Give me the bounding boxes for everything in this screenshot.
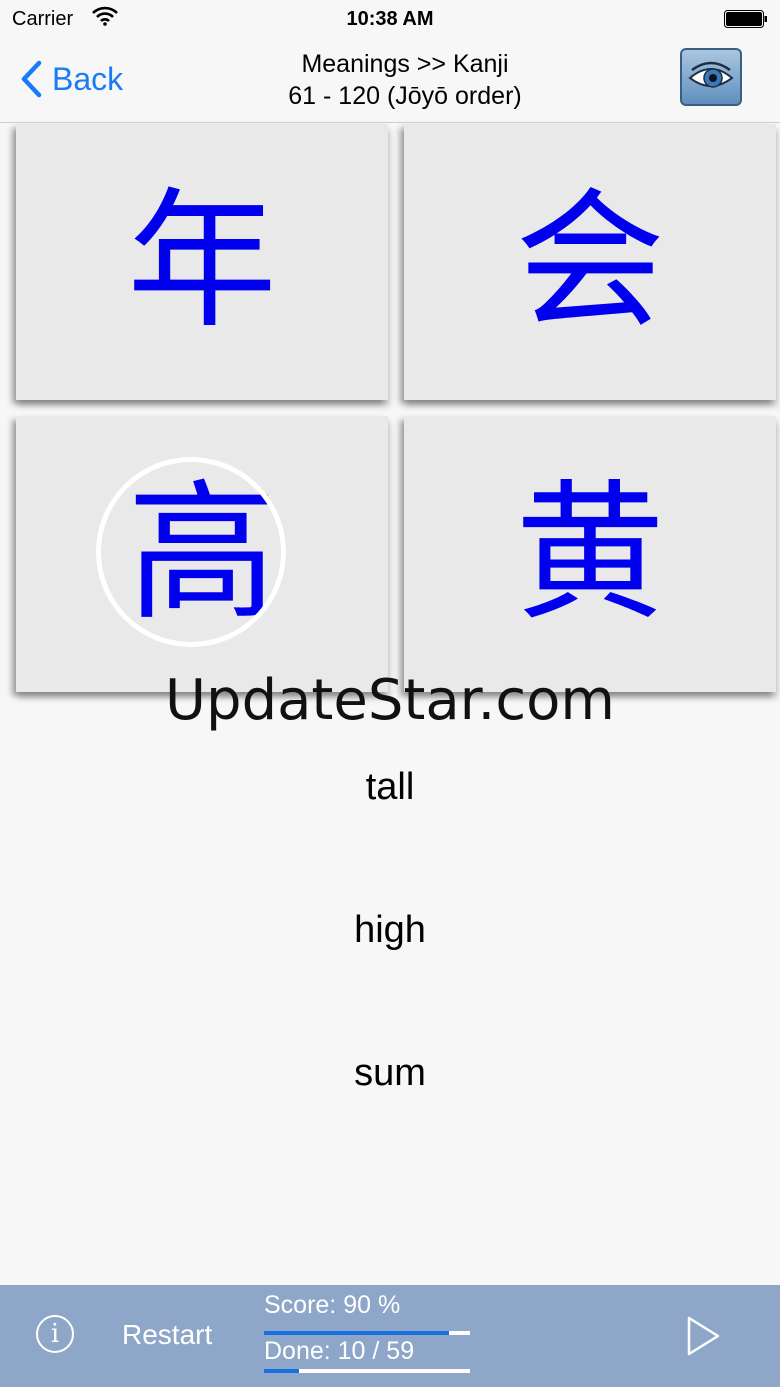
status-bar: Carrier 10:38 AM xyxy=(0,0,780,40)
back-chevron-icon xyxy=(21,60,42,98)
restart-button[interactable]: Restart xyxy=(122,1319,212,1351)
title-line-1: Meanings >> Kanji xyxy=(301,50,509,78)
info-icon[interactable]: i xyxy=(36,1315,74,1353)
kanji-character: 黄 xyxy=(514,467,665,641)
done-progress-fill xyxy=(264,1369,299,1373)
kanji-tile-1[interactable]: 年 xyxy=(16,124,388,400)
score-progress-fill xyxy=(264,1331,450,1335)
score-progress-bar xyxy=(264,1331,470,1335)
selection-circle xyxy=(96,457,286,647)
done-label: Done: 10 / 59 xyxy=(264,1337,415,1365)
title-line-2: 61 - 120 (Jōyō order) xyxy=(288,82,522,110)
meaning-item: tall xyxy=(365,766,415,808)
meaning-item: high xyxy=(354,909,426,951)
bottom-toolbar: i Restart Score: 90 % Done: 10 / 59 xyxy=(0,1285,780,1387)
done-progress-bar xyxy=(264,1369,470,1373)
meaning-item: sum xyxy=(354,1052,426,1094)
clock: 10:38 AM xyxy=(346,8,434,30)
kanji-tile-4[interactable]: 黄 xyxy=(404,416,776,692)
watermark: UpdateStar.com xyxy=(165,668,615,733)
score-label: Score: 90 % xyxy=(264,1291,401,1319)
reveal-button[interactable] xyxy=(680,48,742,106)
kanji-character: 年 xyxy=(126,175,277,349)
back-button[interactable]: Back xyxy=(20,56,123,102)
kanji-tile-3[interactable]: 高 xyxy=(16,416,388,692)
eye-icon xyxy=(688,61,734,88)
kanji-character: 会 xyxy=(514,175,665,349)
battery-icon xyxy=(724,10,768,28)
navigation-bar: Back Meanings >> Kanji 61 - 120 (Jōyō or… xyxy=(0,40,780,123)
back-label: Back xyxy=(52,60,124,97)
play-icon[interactable] xyxy=(686,1315,722,1362)
kanji-tile-2[interactable]: 会 xyxy=(404,124,776,400)
page-title: Meanings >> Kanji 61 - 120 (Jōyō order) xyxy=(200,48,610,112)
